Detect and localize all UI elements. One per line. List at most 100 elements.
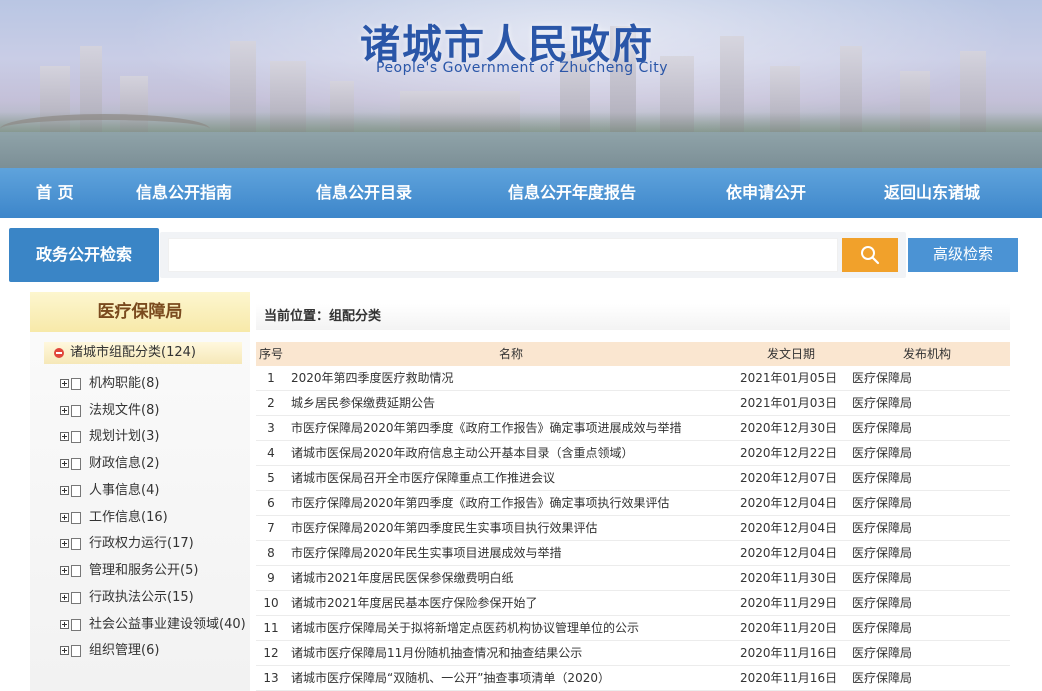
row-date: 2020年11月20日 <box>740 621 838 635</box>
row-index: 11 <box>263 621 279 635</box>
row-date: 2020年11月29日 <box>740 596 838 610</box>
tree-item-org-management[interactable]: 组织管理(6) <box>60 641 159 661</box>
site-subtitle: People's Government of Zhucheng City <box>376 60 668 76</box>
row-date: 2020年12月07日 <box>740 471 838 485</box>
expand-icon[interactable] <box>60 406 69 415</box>
table-row[interactable]: 9 诸城市2021年度居民医保参保缴费明白纸 2020年11月30日 医疗保障局 <box>256 566 1010 591</box>
table-row[interactable]: 10 诸城市2021年度居民基本医疗保险参保开始了 2020年11月29日 医疗保障局 <box>256 591 1010 616</box>
row-date: 2021年01月03日 <box>740 396 838 410</box>
row-date: 2020年12月04日 <box>740 546 838 560</box>
tree-item-work-info[interactable]: 工作信息(16) <box>60 508 168 528</box>
row-title-link[interactable]: 诸城市2021年度居民基本医疗保险参保开始了 <box>291 591 731 616</box>
row-org: 医疗保障局 <box>852 571 913 585</box>
search-tab[interactable]: 政务公开检索 <box>9 228 159 282</box>
expand-icon[interactable] <box>60 513 69 522</box>
row-index: 6 <box>267 496 275 510</box>
expand-icon[interactable] <box>60 432 69 441</box>
expand-icon[interactable] <box>60 459 69 468</box>
expand-icon[interactable] <box>60 593 69 602</box>
table-row[interactable]: 6 市医疗保障局2020年第四季度《政府工作报告》确定事项执行效果评估 2020年1… <box>256 491 1010 516</box>
folder-icon <box>71 511 81 524</box>
row-index: 1 <box>267 371 275 385</box>
tree-item-public-welfare[interactable]: 社会公益事业建设领域(40) <box>60 615 246 635</box>
nav-annual-report[interactable]: 信息公开年度报告 <box>508 168 636 218</box>
search-button[interactable] <box>842 238 898 272</box>
tree-item-label: 行政权力运行(17) <box>89 536 194 551</box>
tree-item-label: 组织管理(6) <box>89 643 160 658</box>
table-row[interactable]: 5 诸城市医保局召开全市医疗保障重点工作推进会议 2020年12月07日 医疗保障局 <box>256 466 1010 491</box>
folder-icon <box>71 404 81 417</box>
col-header-date: 发文日期 <box>766 347 815 361</box>
tree-item-management-service[interactable]: 管理和服务公开(5) <box>60 561 198 581</box>
tree-item-label: 人事信息(4) <box>89 483 160 498</box>
row-title-link[interactable]: 城乡居民参保缴费延期公告 <box>291 391 731 416</box>
table-row[interactable]: 11 诸城市医疗保障局关于拟将新增定点医药机构协议管理单位的公示 2020年11月2… <box>256 616 1010 641</box>
tree-root[interactable]: 诸城市组配分类(124) <box>44 342 242 364</box>
table-row[interactable]: 1 2020年第四季度医疗救助情况 2021年01月05日 医疗保障局 <box>256 366 1010 391</box>
row-title-link[interactable]: 2020年第四季度医疗救助情况 <box>291 366 731 391</box>
table-row[interactable]: 7 市医疗保障局2020年第四季度民生实事项目执行效果评估 2020年12月04日医… <box>256 516 1010 541</box>
row-title-link[interactable]: 诸城市医保局2020年政府信息主动公开基本目录（含重点领域） <box>291 441 731 466</box>
advanced-search-button[interactable]: 高级检索 <box>908 238 1018 272</box>
table-row[interactable]: 8 市医疗保障局2020年民生实事项目进展成效与举措 2020年12月04日 医疗保障… <box>256 541 1010 566</box>
table-row[interactable]: 2 城乡居民参保缴费延期公告 2021年01月03日 医疗保障局 <box>256 391 1010 416</box>
row-title-link[interactable]: 诸城市医疗保障局“双随机、一公开”抽查事项清单（2020） <box>291 666 731 691</box>
tree-item-plans[interactable]: 规划计划(3) <box>60 427 159 447</box>
row-title-link[interactable]: 诸城市医保局召开全市医疗保障重点工作推进会议 <box>291 466 731 491</box>
row-title-link[interactable]: 市医疗保障局2020年民生实事项目进展成效与举措 <box>291 541 731 566</box>
breadcrumb: 当前位置：组配分类 <box>256 304 1010 330</box>
row-date: 2020年12月30日 <box>740 421 838 435</box>
row-title-link[interactable]: 诸城市2021年度居民医保参保缴费明白纸 <box>291 566 731 591</box>
row-title-link[interactable]: 诸城市医疗保障局关于拟将新增定点医药机构协议管理单位的公示 <box>291 616 731 641</box>
tree-item-personnel[interactable]: 人事信息(4) <box>60 481 159 501</box>
table-row[interactable]: 13 诸城市医疗保障局“双随机、一公开”抽查事项清单（2020） 2020年11月1… <box>256 666 1010 691</box>
folder-icon <box>71 484 81 497</box>
row-title-link[interactable]: 市医疗保障局2020年第四季度《政府工作报告》确定事项进展成效与举措 <box>291 416 731 441</box>
sidebar: 医疗保障局 诸城市组配分类(124) 机构职能(8) 法规文件(8) 规划计划(… <box>30 292 250 691</box>
row-title-link[interactable]: 市医疗保障局2020年第四季度民生实事项目执行效果评估 <box>291 516 731 541</box>
expand-icon[interactable] <box>60 566 69 575</box>
row-index: 2 <box>267 396 275 410</box>
document-table: 序号 名称 发文日期 发布机构 1 2020年第四季度医疗救助情况 2021年01月… <box>256 342 1010 691</box>
tree-item-regulations[interactable]: 法规文件(8) <box>60 401 159 421</box>
tree-item-admin-power[interactable]: 行政权力运行(17) <box>60 534 194 554</box>
expand-icon[interactable] <box>60 539 69 548</box>
row-date: 2020年12月22日 <box>740 446 838 460</box>
folder-icon <box>71 564 81 577</box>
table-row[interactable]: 4 诸城市医保局2020年政府信息主动公开基本目录（含重点领域） 2020年12月2… <box>256 441 1010 466</box>
row-date: 2021年01月05日 <box>740 371 838 385</box>
expand-icon[interactable] <box>60 486 69 495</box>
row-title-link[interactable]: 市医疗保障局2020年第四季度《政府工作报告》确定事项执行效果评估 <box>291 491 731 516</box>
nav-back-shandong[interactable]: 返回山东诸城 <box>884 168 980 218</box>
tree-item-enforcement[interactable]: 行政执法公示(15) <box>60 588 194 608</box>
tree-item-org-functions[interactable]: 机构职能(8) <box>60 374 159 394</box>
search-icon <box>861 246 880 265</box>
row-org: 医疗保障局 <box>852 421 913 435</box>
tree-item-finance[interactable]: 财政信息(2) <box>60 454 159 474</box>
table-row[interactable]: 3 市医疗保障局2020年第四季度《政府工作报告》确定事项进展成效与举措 2020年… <box>256 416 1010 441</box>
expand-icon[interactable] <box>60 620 69 629</box>
nav-guide[interactable]: 信息公开指南 <box>136 168 232 218</box>
row-index: 7 <box>267 521 275 535</box>
expand-icon[interactable] <box>60 379 69 388</box>
row-org: 医疗保障局 <box>852 396 913 410</box>
row-org: 医疗保障局 <box>852 596 913 610</box>
search-input[interactable] <box>168 238 838 272</box>
row-org: 医疗保障局 <box>852 496 913 510</box>
banner-water <box>0 132 1042 168</box>
sidebar-title: 医疗保障局 <box>30 292 250 332</box>
row-title-link[interactable]: 诸城市医疗保障局11月份随机抽查情况和抽查结果公示 <box>291 641 731 666</box>
tree-item-label: 机构职能(8) <box>89 376 160 391</box>
collapse-icon[interactable] <box>54 348 64 358</box>
nav-apply[interactable]: 依申请公开 <box>726 168 806 218</box>
folder-icon <box>71 377 81 390</box>
tree-item-label: 财政信息(2) <box>89 456 160 471</box>
table-body: 1 2020年第四季度医疗救助情况 2021年01月05日 医疗保障局 2 城乡居民参保缴… <box>256 366 1010 691</box>
row-org: 医疗保障局 <box>852 646 913 660</box>
main-nav: 首 页 信息公开指南 信息公开目录 信息公开年度报告 依申请公开 返回山东诸城 <box>0 168 1042 218</box>
nav-home[interactable]: 首 页 <box>36 168 74 218</box>
table-header: 序号 名称 发文日期 发布机构 <box>256 342 1010 366</box>
expand-icon[interactable] <box>60 646 69 655</box>
nav-catalog[interactable]: 信息公开目录 <box>316 168 412 218</box>
table-row[interactable]: 12 诸城市医疗保障局11月份随机抽查情况和抽查结果公示 2020年11月16日 医疗… <box>256 641 1010 666</box>
